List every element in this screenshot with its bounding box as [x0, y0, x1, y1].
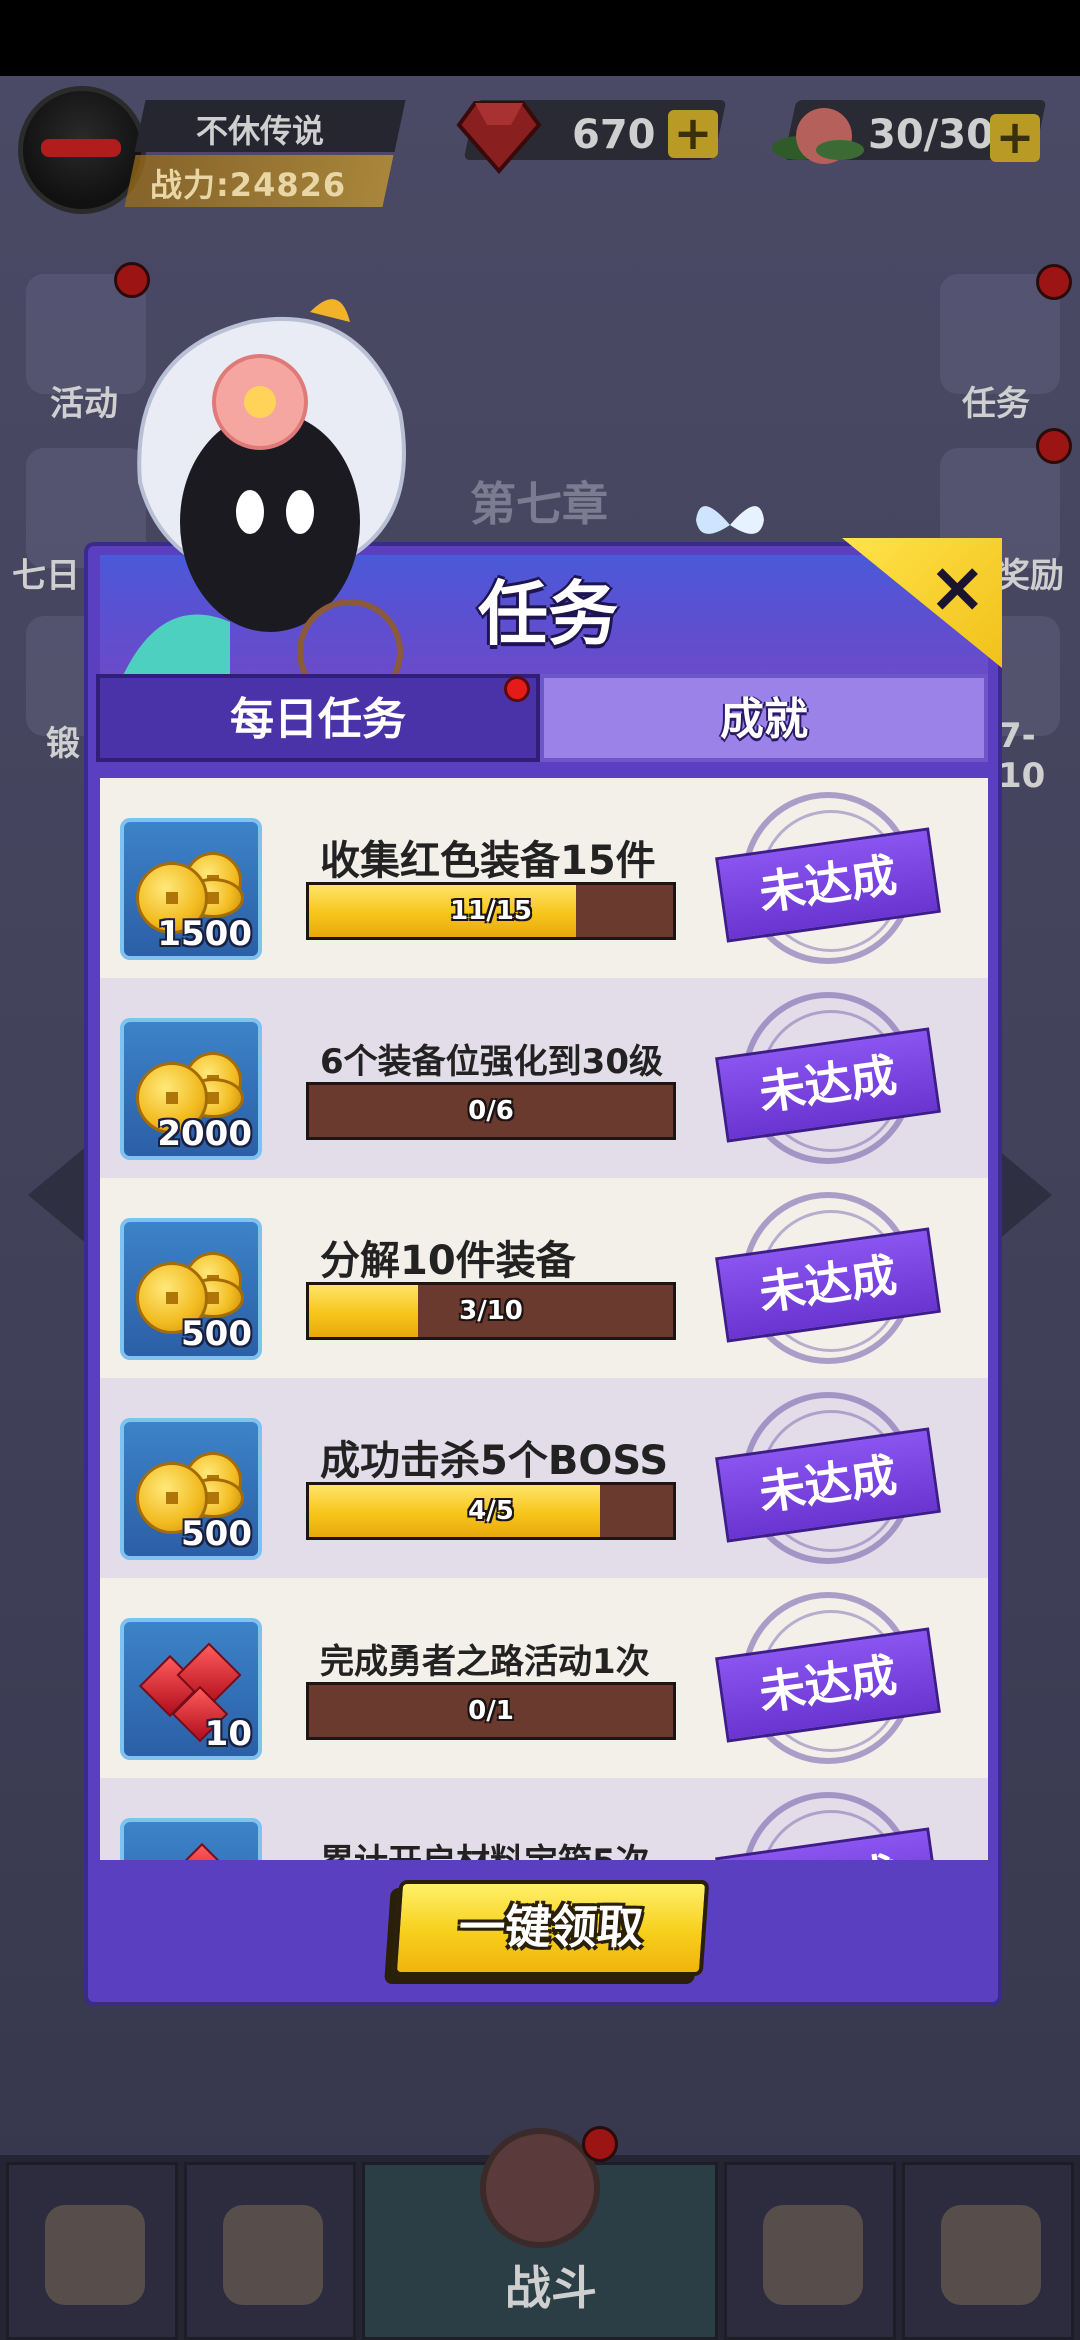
nav-shop[interactable]: [902, 2162, 1074, 2340]
seven-day-label: 七日: [12, 556, 80, 596]
task-notification-dot: [1036, 264, 1072, 300]
gem-icon: [456, 101, 542, 175]
tab-daily-tasks[interactable]: 每日任务: [96, 674, 540, 762]
character-illustration: [120, 299, 406, 682]
progress-bar: 0/6: [306, 1082, 676, 1140]
nav-equipment[interactable]: [184, 2162, 356, 2340]
task-title: 收集红色装备15件: [320, 838, 656, 884]
task-list[interactable]: 1500 收集红色装备15件 11/15 未达成 2000 6个装备位强化到30…: [100, 778, 988, 1860]
nav-hero[interactable]: [6, 2162, 178, 2340]
reward-box: 10: [120, 1618, 262, 1760]
task-row: 2000 6个装备位强化到30级 0/6 未达成: [100, 978, 988, 1178]
reward-box: 2000: [120, 1018, 262, 1160]
claim-all-button[interactable]: 一键领取: [392, 1880, 710, 1976]
task-label: 任务: [962, 384, 1030, 424]
reward-amount: 500: [181, 1314, 252, 1354]
reward-box: 1500: [120, 818, 262, 960]
progress-bar: 11/15: [306, 882, 676, 940]
task-title: 6个装备位强化到30级: [320, 1042, 663, 1082]
reward-box: [120, 1818, 262, 1860]
chapter-title: 第七章: [470, 477, 608, 531]
task-row: 累计开启材料宝箱5次 未达成: [100, 1778, 988, 1860]
reward-amount: 2000: [157, 1114, 252, 1154]
task-row: 10 完成勇者之路活动1次 0/1 未达成: [100, 1578, 988, 1778]
reward-label: 奖励: [996, 556, 1064, 596]
reward-box: 500: [120, 1418, 262, 1560]
task-row: 1500 收集红色装备15件 11/15 未达成: [100, 778, 988, 978]
status-bar: [0, 0, 1080, 76]
reward-amount: 500: [181, 1514, 252, 1554]
prev-chapter-arrow[interactable]: [28, 1145, 88, 1245]
scroll-icon: [763, 2205, 863, 2305]
dialog-title: 任务: [478, 573, 618, 655]
task-row: 500 分解10件装备 3/10 未达成: [100, 1178, 988, 1378]
reward-amount: 10: [204, 1714, 252, 1754]
battle-notification-dot: [582, 2126, 618, 2162]
player-name: 不休传说: [196, 112, 325, 150]
progress-text: 11/15: [450, 896, 532, 926]
hero-icon: [45, 2205, 145, 2305]
task-row: 500 成功击杀5个BOSS 4/5 未达成: [100, 1378, 988, 1578]
close-icon[interactable]: ×: [928, 546, 987, 628]
task-title: 累计开启材料宝箱5次: [320, 1834, 650, 1860]
progress-bar: 4/5: [306, 1482, 676, 1540]
stage-label: 7-10: [998, 716, 1046, 796]
progress-text: 0/1: [468, 1696, 514, 1726]
progress-text: 4/5: [468, 1496, 514, 1526]
task-title: 分解10件装备: [320, 1238, 576, 1284]
task-title: 完成勇者之路活动1次: [320, 1642, 650, 1682]
next-chapter-arrow[interactable]: [992, 1145, 1052, 1245]
progress-text: 3/10: [459, 1296, 523, 1326]
progress-text: 0/6: [468, 1096, 514, 1126]
player-power: 战力:24826: [150, 166, 347, 204]
sword-icon: [223, 2205, 323, 2305]
reward-amount: 1500: [157, 914, 252, 954]
gem-count: 670: [572, 112, 656, 158]
add-stamina-button[interactable]: +: [990, 114, 1040, 162]
progress-bar: 0/1: [306, 1682, 676, 1740]
progress-bar: 3/10: [306, 1282, 676, 1340]
reward-box: 500: [120, 1218, 262, 1360]
ruby-icon: [170, 1842, 234, 1860]
add-gems-button[interactable]: +: [668, 110, 718, 158]
stamina-count: 30/30: [868, 112, 994, 158]
daily-tasks-notification-dot: [504, 676, 530, 702]
reward-notification-dot: [1036, 428, 1072, 464]
tab-achievements[interactable]: 成就: [540, 674, 988, 762]
nav-scroll[interactable]: [724, 2162, 896, 2340]
shop-icon: [941, 2205, 1041, 2305]
butterfly-icon: [696, 506, 764, 534]
battle-label: 战斗: [505, 2261, 597, 2315]
peach-icon: [772, 108, 864, 164]
task-title: 成功击杀5个BOSS: [320, 1438, 669, 1484]
forge-label: 锻: [46, 724, 80, 764]
